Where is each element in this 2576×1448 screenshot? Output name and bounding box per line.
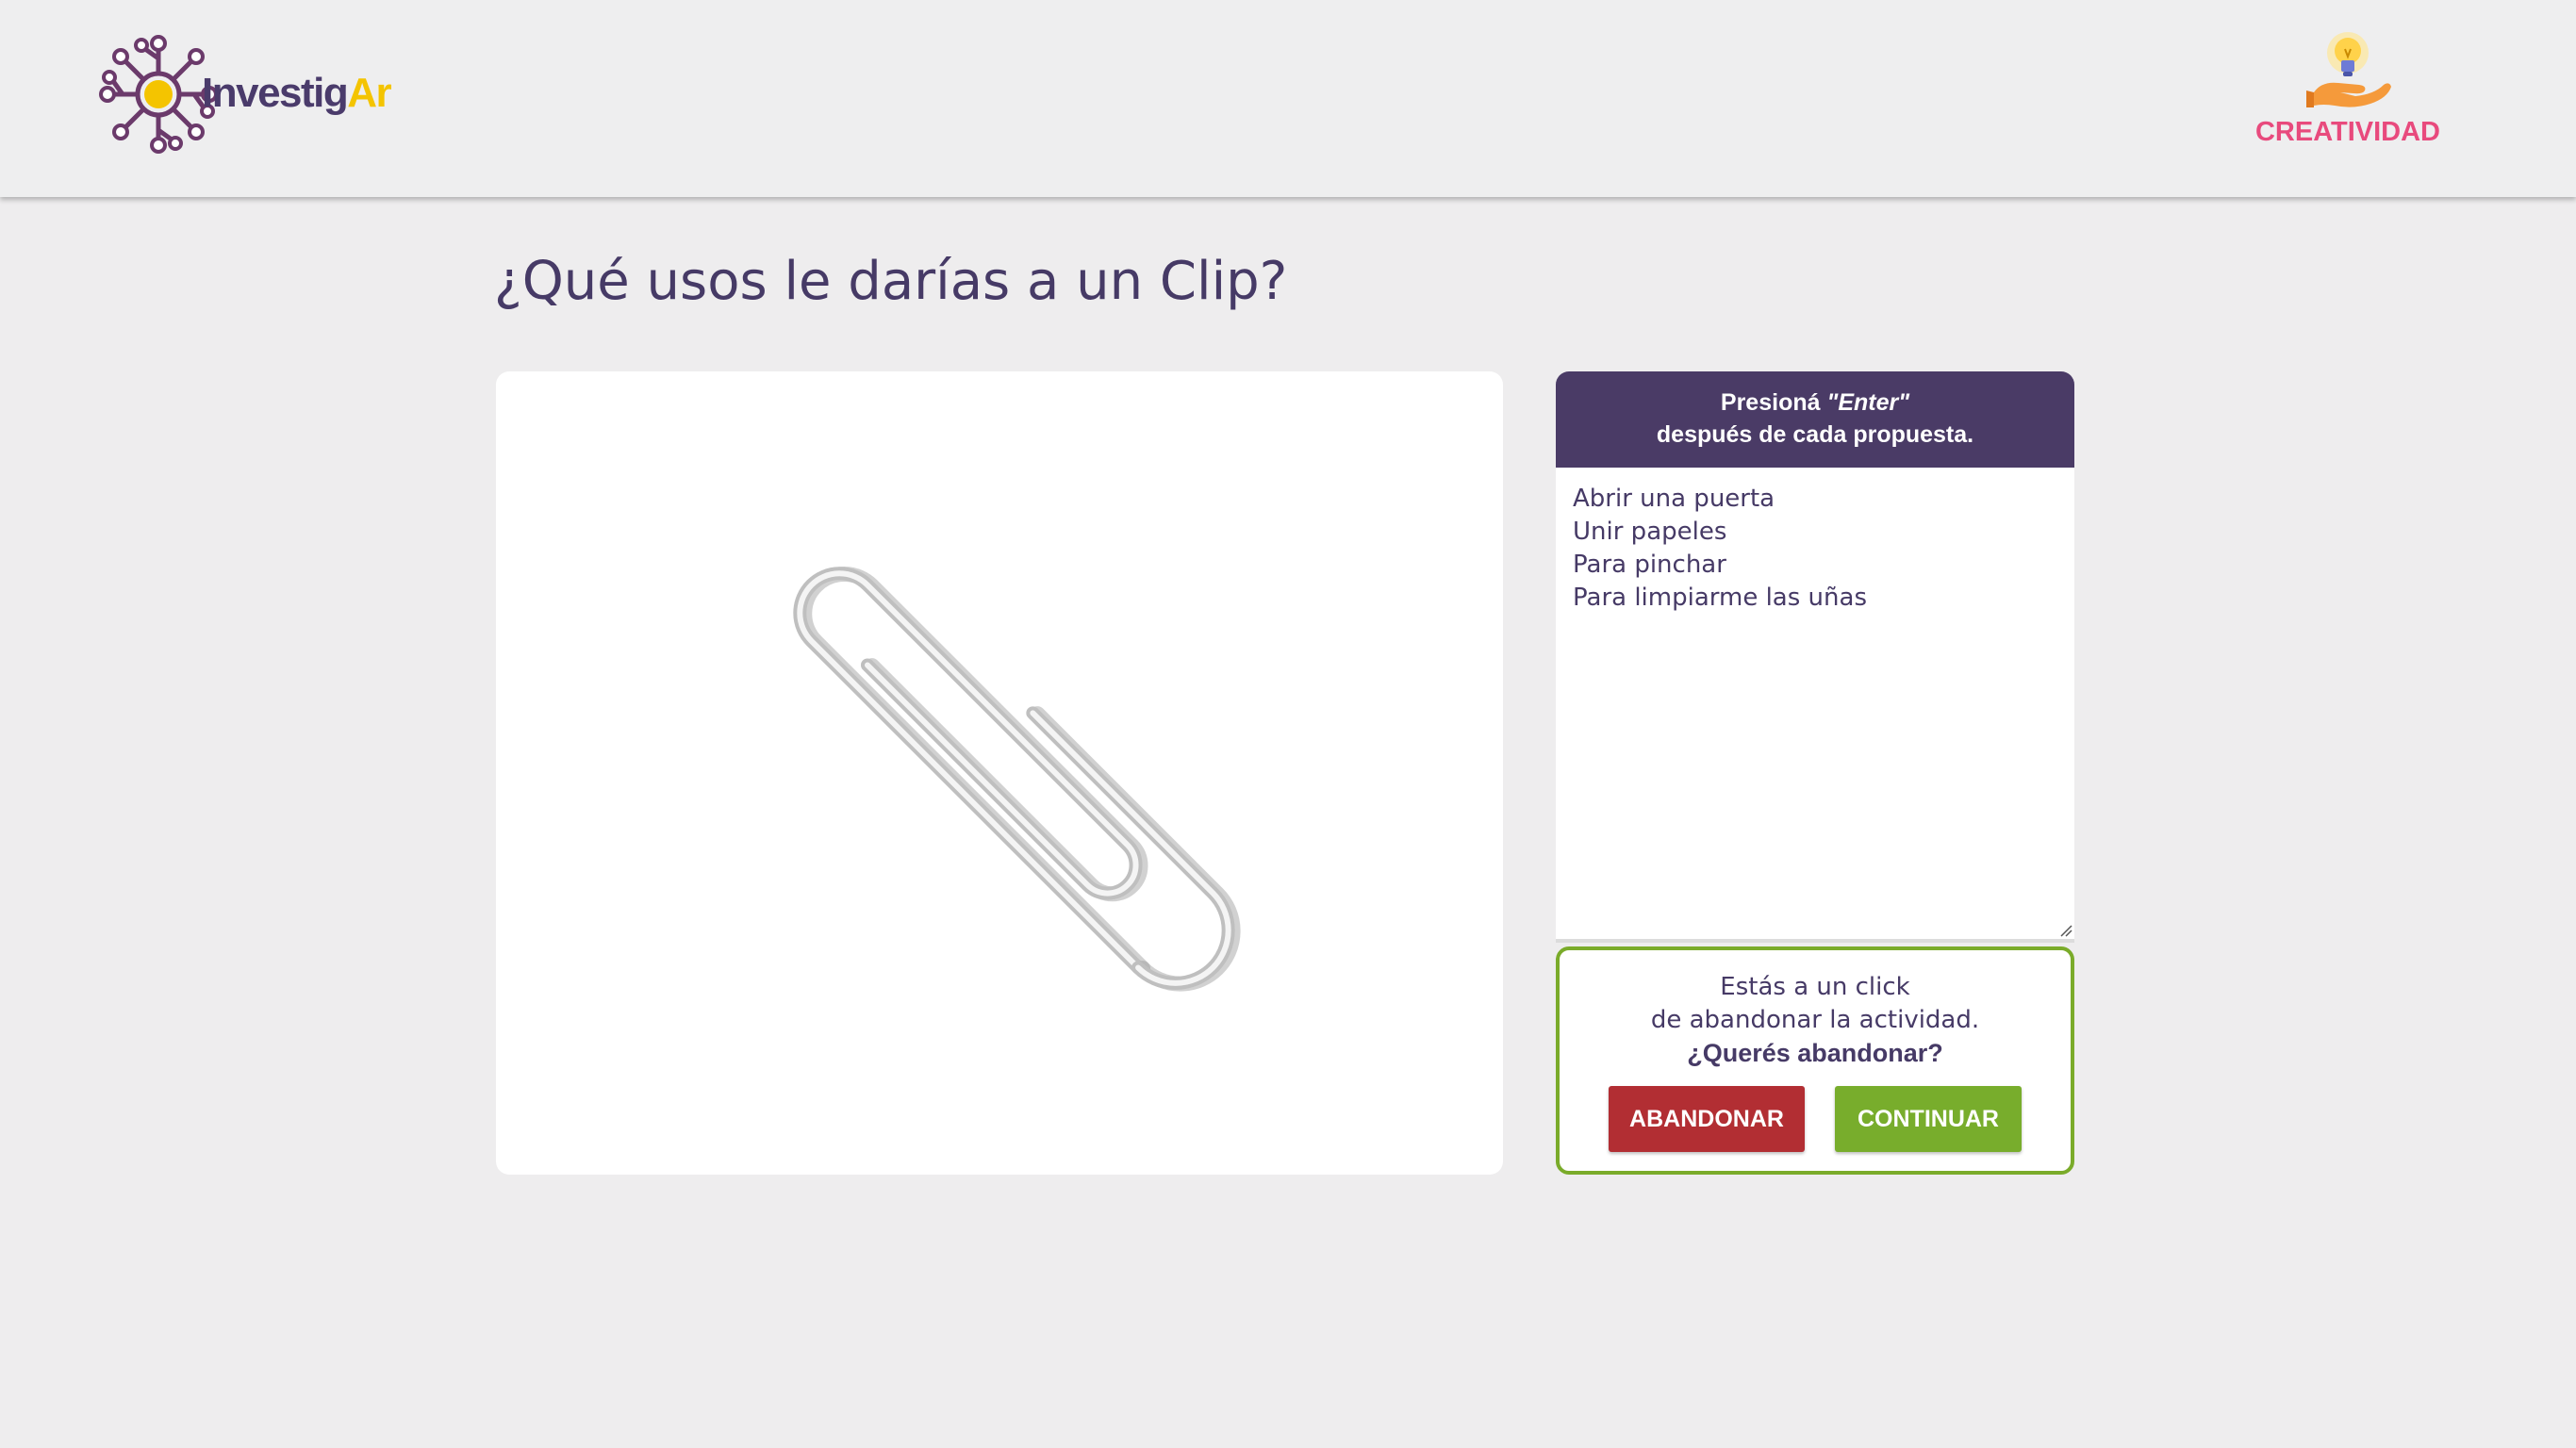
resize-handle-icon[interactable] <box>2057 922 2072 937</box>
logo-text-accent: Ar <box>347 70 391 116</box>
continue-button[interactable]: CONTINUAR <box>1835 1086 2022 1152</box>
page-title: ¿Qué usos le darías a un Clip? <box>494 251 1288 312</box>
abandon-button[interactable]: ABANDONAR <box>1609 1086 1805 1152</box>
investigar-logo[interactable]: InvestigAr <box>96 28 392 160</box>
category-badge: CREATIVIDAD <box>2244 28 2452 160</box>
instruction-prefix: Presioná <box>1720 389 1827 416</box>
answer-item: Para pinchar <box>1573 551 1726 579</box>
abandon-confirmation: Estás a un click de abandonar la activid… <box>1556 946 2074 1175</box>
answers-textarea[interactable]: Abrir una puerta Unir papeles Para pinch… <box>1556 468 2074 943</box>
answer-item: Para limpiarme las uñas <box>1573 584 1867 612</box>
abandon-question: ¿Querés abandonar? <box>1687 1039 1943 1067</box>
logo-wordmark: InvestigAr <box>202 70 392 117</box>
answers-panel: Presioná "Enter" después de cada propues… <box>1556 371 2074 943</box>
network-sun-icon <box>99 35 218 154</box>
app-header: InvestigAr CREATIVIDAD <box>0 0 2576 197</box>
logo-text-main: Investig <box>202 70 349 116</box>
answer-item: Unir papeles <box>1573 518 1727 546</box>
abandon-text-line-2: de abandonar la actividad. <box>1650 1006 1980 1034</box>
instruction-line-2: después de cada propuesta. <box>1656 421 1974 448</box>
instruction-key: "Enter" <box>1826 389 1910 416</box>
paperclip-icon <box>793 567 1241 992</box>
lightbulb-hand-icon <box>2306 32 2391 107</box>
abandon-text-line-1: Estás a un click <box>1720 973 1910 1001</box>
stimulus-image-card <box>496 371 1503 1175</box>
category-label: CREATIVIDAD <box>2254 117 2441 147</box>
answer-item: Abrir una puerta <box>1573 485 1775 513</box>
instruction-line-1: Presioná "Enter" <box>1556 387 2074 419</box>
answers-instruction: Presioná "Enter" después de cada propues… <box>1556 371 2074 468</box>
